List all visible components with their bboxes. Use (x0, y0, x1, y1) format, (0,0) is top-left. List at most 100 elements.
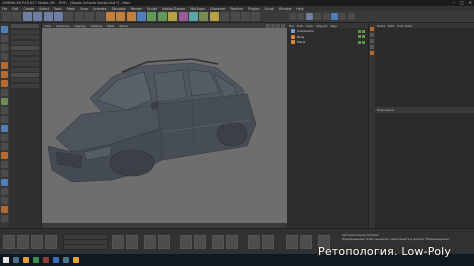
points-mode-icon[interactable] (1, 62, 8, 69)
render-settings-icon[interactable] (126, 12, 136, 21)
extra-tool-icon[interactable] (230, 12, 240, 21)
material-swatch[interactable] (45, 235, 57, 249)
perspective-viewport[interactable]: View Cameras Display Options Filter Pane… (42, 23, 287, 228)
om-menu-objects[interactable]: Objects (316, 24, 327, 28)
extra-icon[interactable] (1, 188, 8, 195)
option-row[interactable] (11, 35, 39, 40)
menu-create[interactable]: Create (24, 7, 35, 11)
axis-x-icon[interactable] (64, 12, 74, 21)
extra-icon[interactable] (1, 152, 8, 159)
object-flags[interactable] (358, 40, 367, 44)
material-swatch[interactable] (112, 235, 124, 249)
taskbar-app-icon[interactable] (73, 257, 79, 263)
coord-row[interactable] (64, 245, 107, 249)
redo-icon[interactable] (12, 12, 22, 21)
tweak-mode-icon[interactable] (1, 98, 8, 105)
menu-script[interactable]: Script (265, 7, 274, 11)
menu-motion-tracker[interactable]: Motion Tracker (162, 7, 185, 11)
option-row[interactable] (11, 72, 39, 77)
om-menu-tags[interactable]: Tags (330, 24, 337, 28)
render-view-icon[interactable] (105, 12, 115, 21)
render-picture-viewer-icon[interactable] (116, 12, 126, 21)
taskbar-app-icon[interactable] (63, 257, 69, 263)
menu-select[interactable]: Select (39, 7, 49, 11)
material-swatch[interactable] (126, 235, 138, 249)
material-swatch[interactable] (3, 235, 15, 249)
viewport-menu-filter[interactable]: Filter (107, 24, 114, 28)
axis-mode-icon[interactable] (1, 89, 8, 96)
option-row[interactable] (11, 62, 39, 67)
axis-y-icon[interactable] (74, 12, 84, 21)
undo-icon[interactable] (2, 12, 11, 21)
texture-mode-icon[interactable] (1, 44, 8, 51)
am-menu-mode[interactable]: Mode (377, 24, 385, 28)
taskbar-app-icon[interactable] (43, 257, 49, 263)
menu-tools[interactable]: Tools (54, 7, 62, 11)
object-row[interactable]: Subdivision (288, 29, 367, 34)
object-row[interactable]: Plane (288, 40, 367, 45)
windows-start-icon[interactable] (3, 257, 9, 263)
menu-edit[interactable]: Edit (12, 7, 18, 11)
extra-tool-icon[interactable] (220, 12, 230, 21)
menu-character[interactable]: Character (210, 7, 226, 11)
menu-mograph[interactable]: MoGraph (190, 7, 204, 11)
content-browser-tab-icon[interactable] (370, 39, 374, 43)
object-row[interactable]: Body (288, 34, 367, 39)
taskbar-app-icon[interactable] (23, 257, 29, 263)
axis-z-icon[interactable] (85, 12, 95, 21)
orbit-icon[interactable] (276, 23, 280, 28)
menu-simulate[interactable]: Simulate (112, 7, 126, 11)
viewport-menu-options[interactable]: Options (91, 24, 103, 28)
layout-icon[interactable] (339, 13, 347, 20)
material-swatch[interactable] (212, 235, 224, 249)
option-row[interactable] (11, 45, 39, 50)
taskbar-app-icon[interactable] (33, 257, 39, 263)
option-row[interactable] (11, 83, 39, 88)
menu-sculpt[interactable]: Sculpt (147, 7, 157, 11)
layout-icon[interactable] (281, 23, 285, 28)
coord-row[interactable] (64, 240, 107, 244)
light-icon[interactable] (209, 12, 219, 21)
menu-plugins[interactable]: Plugins (248, 7, 259, 11)
extra-icon[interactable] (1, 161, 8, 168)
om-menu-edit[interactable]: Edit (297, 24, 303, 28)
zoom-icon[interactable] (271, 23, 275, 28)
material-swatch[interactable] (194, 235, 206, 249)
coordinate-system-icon[interactable] (95, 12, 105, 21)
menu-window[interactable]: Window (279, 7, 292, 11)
option-row[interactable] (11, 78, 39, 83)
sculpt-icon[interactable] (1, 125, 8, 132)
menu-animate[interactable]: Animate (93, 7, 106, 11)
menu-file[interactable]: File (2, 7, 7, 11)
array-icon[interactable] (168, 12, 178, 21)
material-swatch[interactable] (144, 235, 156, 249)
extra-tool-icon[interactable] (251, 12, 261, 21)
extra-icon[interactable] (1, 170, 8, 177)
deformer-icon[interactable] (178, 12, 188, 21)
material-swatch[interactable] (248, 235, 260, 249)
scale-icon[interactable] (43, 12, 53, 21)
viewport-menu-panel[interactable]: Panel (120, 24, 128, 28)
live-selection-icon[interactable] (22, 12, 32, 21)
material-swatch[interactable] (286, 235, 298, 249)
grid-icon[interactable] (1, 143, 8, 150)
material-swatch[interactable] (300, 235, 312, 249)
option-row[interactable] (11, 56, 39, 61)
taskbar-app-icon[interactable] (13, 257, 19, 263)
layout-icon[interactable] (322, 13, 330, 20)
option-row[interactable] (11, 40, 39, 45)
material-swatch[interactable] (17, 235, 29, 249)
extra-icon[interactable] (1, 206, 8, 213)
option-row[interactable] (11, 51, 39, 56)
extra-icon[interactable] (1, 215, 8, 222)
om-menu-view[interactable]: View (306, 24, 313, 28)
workplane-icon[interactable] (1, 53, 8, 60)
model-mode-icon[interactable] (1, 35, 8, 42)
menu-pipeline[interactable]: Pipeline (231, 7, 243, 11)
floor-icon[interactable] (189, 12, 199, 21)
pan-icon[interactable] (266, 23, 270, 28)
subdivision-surface-icon[interactable] (157, 12, 167, 21)
coord-row[interactable] (64, 235, 107, 239)
layout-icon[interactable] (305, 13, 313, 20)
car-model[interactable] (42, 28, 287, 223)
